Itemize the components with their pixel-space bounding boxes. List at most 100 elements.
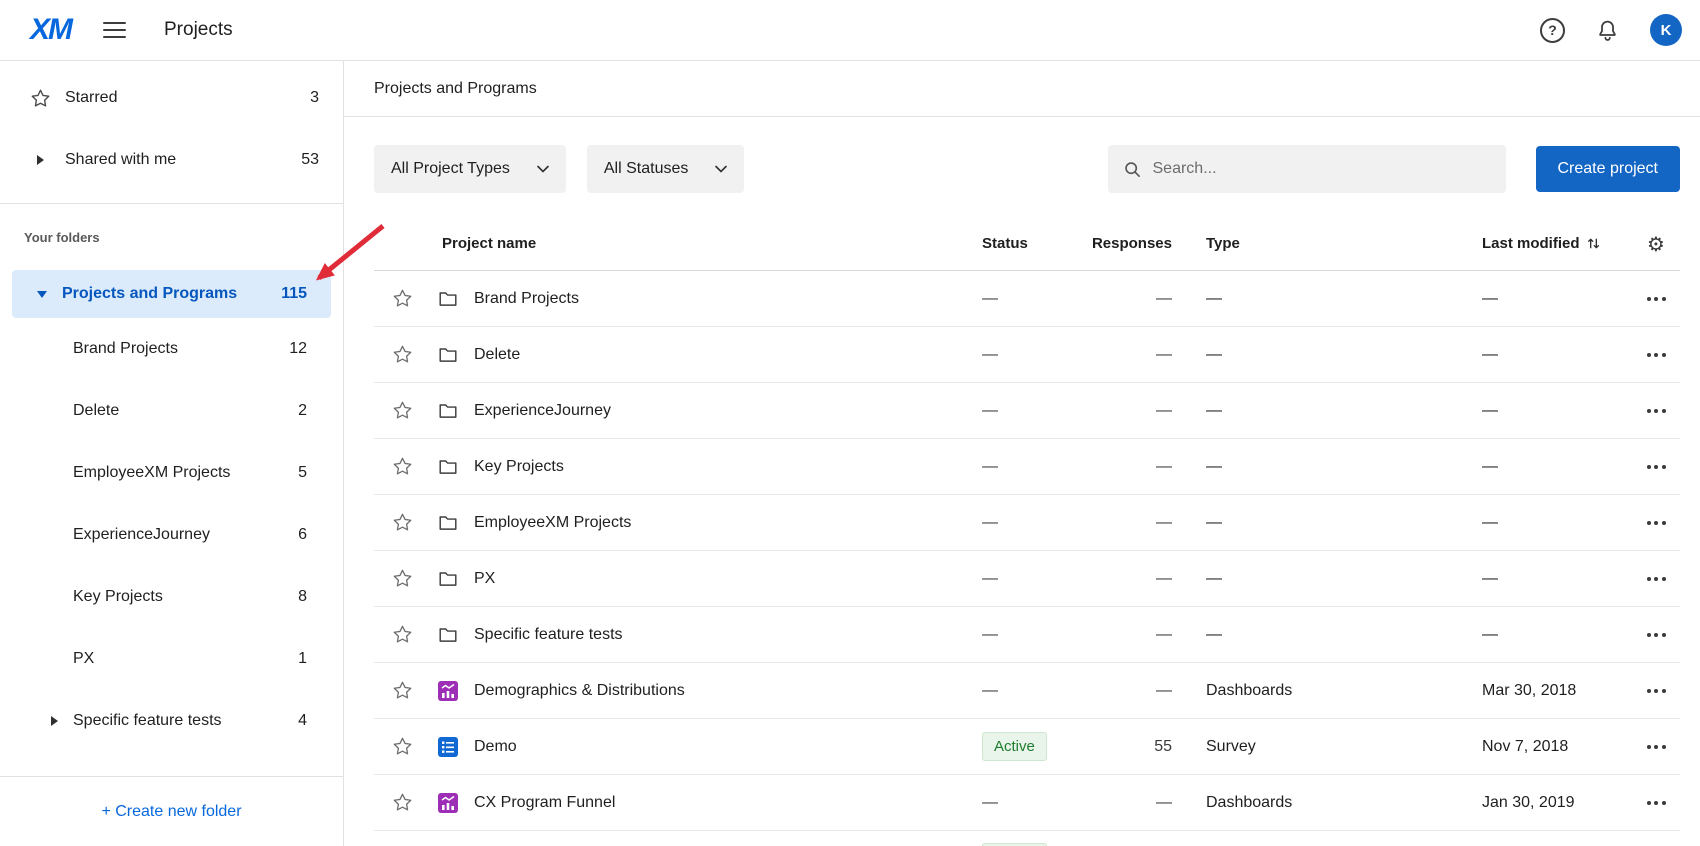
star-icon[interactable]: [392, 288, 413, 309]
folder-label: PX: [73, 650, 94, 668]
notifications-bell-icon[interactable]: [1595, 18, 1620, 43]
modified-cell: —: [1470, 290, 1632, 308]
status-badge: Active: [982, 732, 1047, 761]
project-name[interactable]: Demographics & Distributions: [474, 682, 970, 700]
folder-icon: [437, 288, 459, 310]
sidebar-item-projects-and-programs[interactable]: Projects and Programs 115: [12, 270, 331, 318]
status-cell: —: [970, 682, 1090, 700]
project-name[interactable]: Specific feature tests: [474, 626, 970, 644]
project-types-value: All Project Types: [391, 160, 510, 178]
star-icon[interactable]: [392, 456, 413, 477]
row-actions-icon[interactable]: [1645, 683, 1668, 699]
row-actions-icon[interactable]: [1645, 347, 1668, 363]
star-icon[interactable]: [392, 680, 413, 701]
dashboard-icon: [437, 680, 459, 702]
project-name[interactable]: Delete: [474, 346, 970, 364]
dashboard-icon: [437, 792, 459, 814]
project-name[interactable]: Brand Projects: [474, 290, 970, 308]
responses-cell: —: [1090, 514, 1182, 532]
star-icon: [30, 88, 51, 109]
menu-icon[interactable]: [103, 22, 126, 39]
create-new-folder-button[interactable]: + Create new folder: [101, 803, 241, 821]
star-icon[interactable]: [392, 792, 413, 813]
row-actions-icon[interactable]: [1645, 739, 1668, 755]
status-cell: —: [970, 346, 1090, 364]
folder-count: 5: [298, 464, 307, 482]
responses-cell: —: [1090, 402, 1182, 420]
row-actions-icon[interactable]: [1645, 627, 1668, 643]
responses-cell: —: [1090, 794, 1182, 812]
sort-icon: [1586, 236, 1601, 251]
sidebar-folder-item[interactable]: Delete 2: [0, 380, 343, 442]
chevron-down-icon: [536, 164, 550, 174]
search-input[interactable]: [1153, 160, 1492, 178]
project-name[interactable]: Demo: [474, 738, 970, 756]
modified-cell: Mar 30, 2018: [1470, 682, 1632, 700]
star-icon[interactable]: [392, 736, 413, 757]
row-actions-icon[interactable]: [1645, 571, 1668, 587]
star-icon[interactable]: [392, 400, 413, 421]
table-settings-gear-icon[interactable]: ⚙: [1647, 234, 1665, 254]
star-icon[interactable]: [392, 344, 413, 365]
status-cell: —: [970, 290, 1090, 308]
status-cell: —: [970, 794, 1090, 812]
statuses-dropdown[interactable]: All Statuses: [587, 145, 744, 193]
table-row: ExperienceJourney — — — —: [374, 383, 1680, 439]
table-row: Brand Projects — — — —: [374, 271, 1680, 327]
caret-down-icon: [37, 291, 47, 298]
table-row: Delete — — — —: [374, 327, 1680, 383]
sidebar-folder-item[interactable]: Brand Projects 12: [0, 318, 343, 380]
project-name[interactable]: EmployeeXM Projects: [474, 514, 970, 532]
sidebar-folder-item[interactable]: Key Projects 8: [0, 566, 343, 628]
row-actions-icon[interactable]: [1645, 291, 1668, 307]
project-name[interactable]: Key Projects: [474, 458, 970, 476]
column-responses[interactable]: Responses: [1090, 235, 1182, 252]
table-row: Specific feature tests — — — —: [374, 607, 1680, 663]
folder-label: Delete: [73, 402, 119, 420]
help-icon[interactable]: ?: [1540, 18, 1565, 43]
create-folder-block: + Create new folder: [0, 776, 343, 846]
project-name[interactable]: CX Program Funnel: [474, 794, 970, 812]
column-last-modified-label: Last modified: [1482, 235, 1580, 252]
folder-icon: [437, 512, 459, 534]
table-row-partial: Active: [374, 831, 1680, 846]
sidebar-folder-item[interactable]: ExperienceJourney 6: [0, 504, 343, 566]
column-status[interactable]: Status: [970, 235, 1090, 252]
table-body: Brand Projects — — — — Delete — — — —: [374, 271, 1680, 831]
status-cell: —: [970, 402, 1090, 420]
sidebar-item-starred[interactable]: Starred 3: [0, 67, 343, 129]
type-cell: —: [1182, 626, 1470, 644]
star-icon[interactable]: [392, 512, 413, 533]
create-project-button[interactable]: Create project: [1536, 146, 1681, 192]
folder-icon: [437, 344, 459, 366]
folder-count: 1: [298, 650, 307, 668]
row-actions-icon[interactable]: [1645, 515, 1668, 531]
star-icon[interactable]: [392, 624, 413, 645]
row-actions-icon[interactable]: [1645, 795, 1668, 811]
caret-right-icon: [51, 716, 58, 726]
table-row: EmployeeXM Projects — — — —: [374, 495, 1680, 551]
project-name[interactable]: ExperienceJourney: [474, 402, 970, 420]
xm-logo[interactable]: XM: [30, 13, 71, 47]
row-actions-icon[interactable]: [1645, 459, 1668, 475]
main-content: Projects and Programs All Project Types …: [344, 61, 1700, 846]
responses-cell: 55: [1090, 738, 1182, 756]
column-project-name[interactable]: Project name: [430, 235, 970, 252]
project-types-dropdown[interactable]: All Project Types: [374, 145, 566, 193]
column-type[interactable]: Type: [1182, 235, 1470, 252]
modified-cell: —: [1470, 458, 1632, 476]
sidebar-folder-item[interactable]: EmployeeXM Projects 5: [0, 442, 343, 504]
project-name[interactable]: PX: [474, 570, 970, 588]
type-cell: —: [1182, 570, 1470, 588]
modified-cell: Nov 7, 2018: [1470, 738, 1632, 756]
row-actions-icon[interactable]: [1645, 403, 1668, 419]
sidebar-item-shared-with-me[interactable]: Shared with me 53: [0, 129, 343, 191]
sidebar-folder-item[interactable]: PX 1: [0, 628, 343, 690]
star-icon[interactable]: [392, 568, 413, 589]
sidebar-item-count: 3: [310, 89, 319, 107]
folder-label: Specific feature tests: [73, 712, 222, 730]
search-box: [1108, 145, 1506, 193]
column-last-modified[interactable]: Last modified: [1470, 235, 1632, 252]
avatar[interactable]: K: [1650, 14, 1682, 46]
sidebar-folder-item[interactable]: Specific feature tests 4: [0, 690, 343, 752]
